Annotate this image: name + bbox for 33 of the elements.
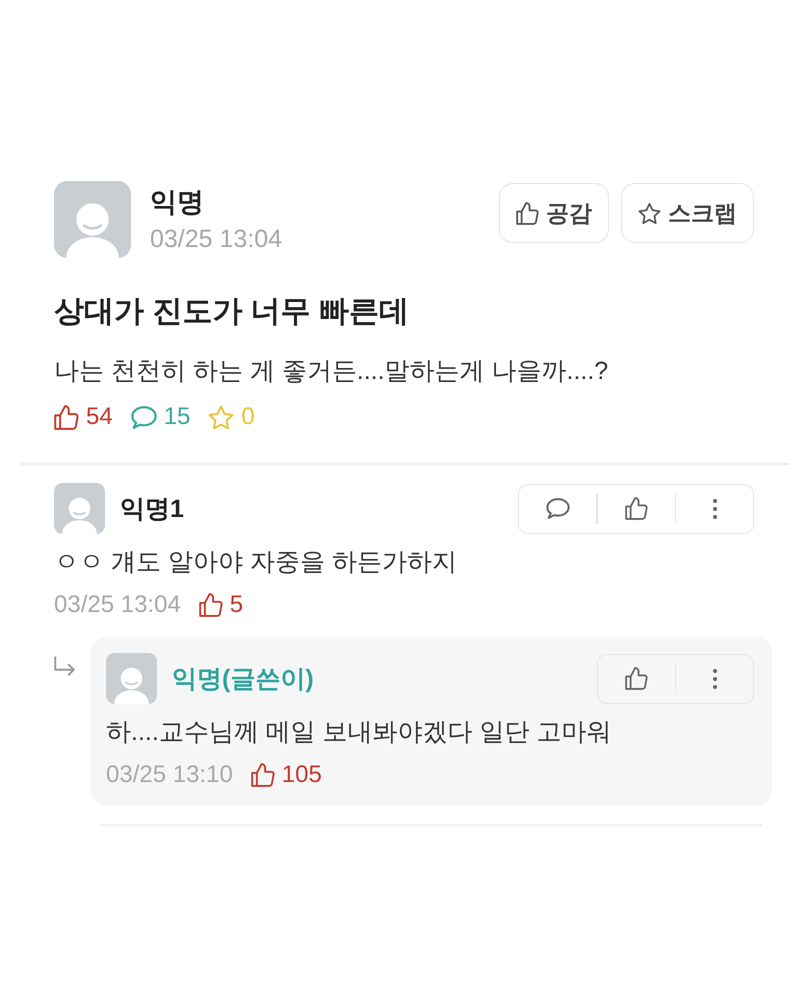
reply-arrow-icon xyxy=(54,656,75,676)
star-icon xyxy=(638,202,661,224)
speech-bubble-icon xyxy=(546,498,570,519)
scrap-count: 0 xyxy=(241,402,255,432)
thumbs-up-icon xyxy=(54,404,79,430)
author-name: 익명 xyxy=(150,186,204,218)
avatar-icon xyxy=(54,483,105,534)
commenter-name: 익명(글쓴이) xyxy=(172,664,314,694)
vertical-dots-icon xyxy=(712,498,716,518)
thumbs-up-icon xyxy=(250,763,275,787)
thumbs-up-icon xyxy=(516,202,539,224)
scrap-button[interactable]: 스크랩 xyxy=(621,183,754,243)
thumbs-up-icon xyxy=(624,667,648,690)
like-count: 5 xyxy=(230,590,244,620)
post-title: 상대가 진도가 너무 빠른데 xyxy=(54,294,410,330)
vertical-dots-icon xyxy=(712,668,716,688)
comment-text: 하....교수님께 메일 보내봐야겠다 일단 고마워 xyxy=(106,717,612,748)
commenter-name: 익명1 xyxy=(120,494,184,524)
comment-time: 03/25 13:04 xyxy=(54,590,181,620)
post-body: 나는 천천히 하는 게 좋거든....말하는게 나을까....? xyxy=(54,356,608,387)
speech-bubble-icon xyxy=(130,406,157,428)
like-button[interactable]: 공감 xyxy=(499,183,609,243)
avatar-icon xyxy=(106,653,157,704)
avatar-icon xyxy=(54,181,131,258)
star-icon xyxy=(208,404,234,430)
thumbs-up-icon xyxy=(198,593,223,617)
thumbs-up-icon xyxy=(624,497,648,520)
like-count: 105 xyxy=(282,760,322,790)
comment-time: 03/25 13:10 xyxy=(106,760,233,790)
comment-text: ㅇㅇ 걔도 알아야 자중을 하든가하지 xyxy=(54,547,457,578)
comment-count: 15 xyxy=(164,402,190,432)
like-count: 54 xyxy=(86,402,113,432)
post-time: 03/25 13:04 xyxy=(150,224,282,254)
